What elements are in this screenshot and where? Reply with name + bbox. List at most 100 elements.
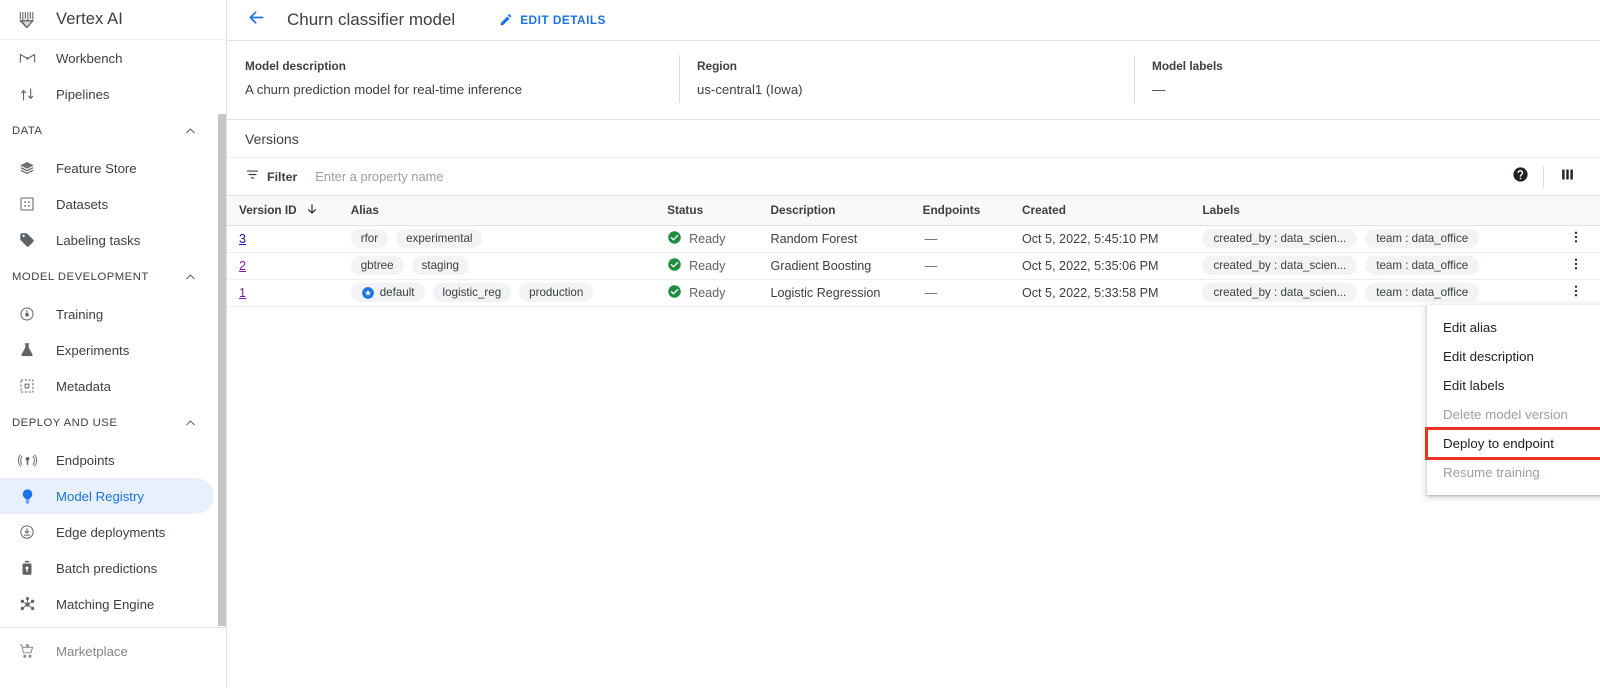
- chevron-up-icon: [183, 124, 198, 139]
- sidebar-scrollbar[interactable]: [218, 114, 226, 626]
- label-chip[interactable]: team : data_office: [1365, 256, 1480, 275]
- row-menu-button[interactable]: [1563, 253, 1589, 279]
- sidebar-footer: Marketplace: [0, 627, 226, 669]
- sidebar-item-batch-predictions[interactable]: Batch predictions: [0, 550, 214, 586]
- check-circle-icon: [667, 284, 682, 302]
- label-chips: created_by : data_scien... team : data_o…: [1202, 256, 1559, 275]
- sidebar-section-model-development[interactable]: MODEL DEVELOPMENT: [0, 258, 226, 296]
- workbench-icon: [16, 47, 38, 69]
- back-button[interactable]: [241, 5, 271, 35]
- sidebar-item-metadata[interactable]: Metadata: [0, 368, 214, 404]
- column-settings-button[interactable]: [1550, 160, 1584, 194]
- filter-label: Filter: [267, 169, 298, 184]
- versions-title: Versions: [245, 130, 299, 147]
- marketplace-cart-icon: [16, 640, 38, 662]
- column-header-description[interactable]: Description: [770, 196, 923, 226]
- column-header-status[interactable]: Status: [667, 196, 771, 226]
- sidebar-item-pipelines[interactable]: Pipelines: [0, 76, 214, 112]
- filter-input[interactable]: [313, 168, 694, 185]
- sidebar-item-datasets[interactable]: Datasets: [0, 186, 214, 222]
- sidebar-item-experiments[interactable]: Experiments: [0, 332, 214, 368]
- sidebar-item-workbench[interactable]: Workbench: [0, 40, 214, 76]
- section-label: MODEL DEVELOPMENT: [12, 271, 149, 283]
- row-menu-button[interactable]: [1563, 280, 1589, 306]
- sidebar-item-endpoints[interactable]: Endpoints: [0, 442, 214, 478]
- sidebar-item-labeling-tasks[interactable]: Labeling tasks: [0, 222, 214, 258]
- column-header-version-id[interactable]: Version ID: [227, 196, 351, 226]
- sidebar-item-edge-deployments[interactable]: Edge deployments: [0, 514, 214, 550]
- version-link[interactable]: 2: [239, 259, 246, 273]
- menu-item-deploy-to-endpoint[interactable]: Deploy to endpoint: [1425, 427, 1600, 460]
- sidebar-item-feature-store[interactable]: Feature Store: [0, 150, 214, 186]
- summary-label: Model description: [245, 59, 346, 73]
- sidebar-item-matching-engine[interactable]: Matching Engine: [0, 586, 214, 622]
- edit-details-button[interactable]: EDIT DETAILS: [493, 9, 612, 31]
- sidebar-item-label: Metadata: [56, 378, 111, 394]
- more-vert-icon: [1568, 229, 1584, 248]
- alias-chip[interactable]: gbtree: [350, 256, 404, 275]
- training-icon: [16, 303, 38, 325]
- filter-icon: [245, 167, 260, 187]
- version-link[interactable]: 1: [239, 286, 246, 300]
- cell-created: Oct 5, 2022, 5:33:58 PM: [1021, 279, 1203, 307]
- help-button[interactable]: [1503, 160, 1537, 194]
- alias-chips: gbtree staging: [350, 256, 667, 275]
- cell-version-id: 2: [227, 252, 351, 280]
- table-row[interactable]: 1 default logistic_reg production Ready …: [227, 279, 1600, 307]
- label-chip[interactable]: team : data_office: [1365, 283, 1480, 302]
- sidebar-item-label: Marketplace: [56, 643, 128, 659]
- column-label: Description: [770, 203, 836, 218]
- version-link[interactable]: 3: [239, 232, 246, 246]
- alias-chip[interactable]: production: [519, 283, 594, 302]
- cell-labels: created_by : data_scien... team : data_o…: [1202, 225, 1560, 253]
- pipelines-icon: [16, 83, 38, 105]
- edge-deployments-icon: [16, 521, 38, 543]
- star-circle-icon: [361, 286, 375, 300]
- column-header-created[interactable]: Created: [1021, 196, 1203, 226]
- alias-chip[interactable]: staging: [411, 256, 469, 275]
- alias-chip[interactable]: experimental: [396, 229, 483, 248]
- label-chip[interactable]: created_by : data_scien...: [1202, 283, 1358, 302]
- column-header-labels[interactable]: Labels: [1202, 196, 1560, 226]
- menu-item-edit-description[interactable]: Edit description: [1427, 342, 1600, 371]
- chevron-up-icon: [183, 416, 198, 431]
- brand-title: Vertex AI: [56, 10, 123, 28]
- alias-chips: rfor experimental: [350, 229, 667, 248]
- sidebar-section-data[interactable]: DATA: [0, 112, 226, 150]
- menu-item-edit-labels[interactable]: Edit labels: [1427, 371, 1600, 400]
- filter-button[interactable]: Filter: [245, 167, 297, 187]
- sidebar: Vertex AI Workbench Pipelines DATA Featu…: [0, 0, 227, 688]
- cell-labels: created_by : data_scien... team : data_o…: [1202, 252, 1560, 280]
- row-menu-button[interactable]: [1563, 226, 1589, 252]
- matching-engine-icon: [16, 593, 38, 615]
- column-header-endpoints[interactable]: Endpoints: [922, 196, 1022, 226]
- menu-item-edit-alias[interactable]: Edit alias: [1427, 313, 1600, 342]
- sidebar-item-model-registry[interactable]: Model Registry: [0, 478, 214, 514]
- cell-status: Ready: [667, 252, 771, 280]
- metadata-icon: [16, 375, 38, 397]
- summary-model-labels: Model labels —: [1134, 55, 1494, 103]
- label-chip[interactable]: created_by : data_scien...: [1202, 229, 1358, 248]
- sidebar-item-label: Edge deployments: [56, 524, 166, 540]
- alias-chip-default[interactable]: default: [350, 283, 425, 302]
- alias-chip[interactable]: logistic_reg: [432, 283, 512, 302]
- label-chip[interactable]: created_by : data_scien...: [1202, 256, 1358, 275]
- sidebar-section-deploy-and-use[interactable]: DEPLOY AND USE: [0, 404, 226, 442]
- table-row[interactable]: 3 rfor experimental Ready Random Forest …: [227, 225, 1600, 253]
- table-row[interactable]: 2 gbtree staging Ready Gradient Boosting…: [227, 252, 1600, 280]
- sidebar-item-label: Experiments: [56, 342, 130, 358]
- sidebar-item-marketplace[interactable]: Marketplace: [0, 633, 214, 669]
- alias-chip[interactable]: rfor: [350, 229, 389, 248]
- brand-header: Vertex AI: [0, 0, 226, 40]
- sidebar-item-training[interactable]: Training: [0, 296, 214, 332]
- filter-bar: Filter: [227, 158, 1600, 196]
- model-registry-bulb-icon: [16, 485, 38, 507]
- row-context-menu: Edit alias Edit description Edit labels …: [1425, 305, 1600, 495]
- cell-description: Logistic Regression: [770, 279, 923, 307]
- menu-item-resume-training: Resume training: [1443, 465, 1540, 480]
- table-header: Version ID Alias Status Description Endp…: [227, 196, 1600, 226]
- label-chip[interactable]: team : data_office: [1365, 229, 1480, 248]
- column-header-alias[interactable]: Alias: [350, 196, 668, 226]
- sidebar-top-items: Workbench Pipelines: [0, 40, 226, 112]
- cell-status: Ready: [667, 225, 771, 253]
